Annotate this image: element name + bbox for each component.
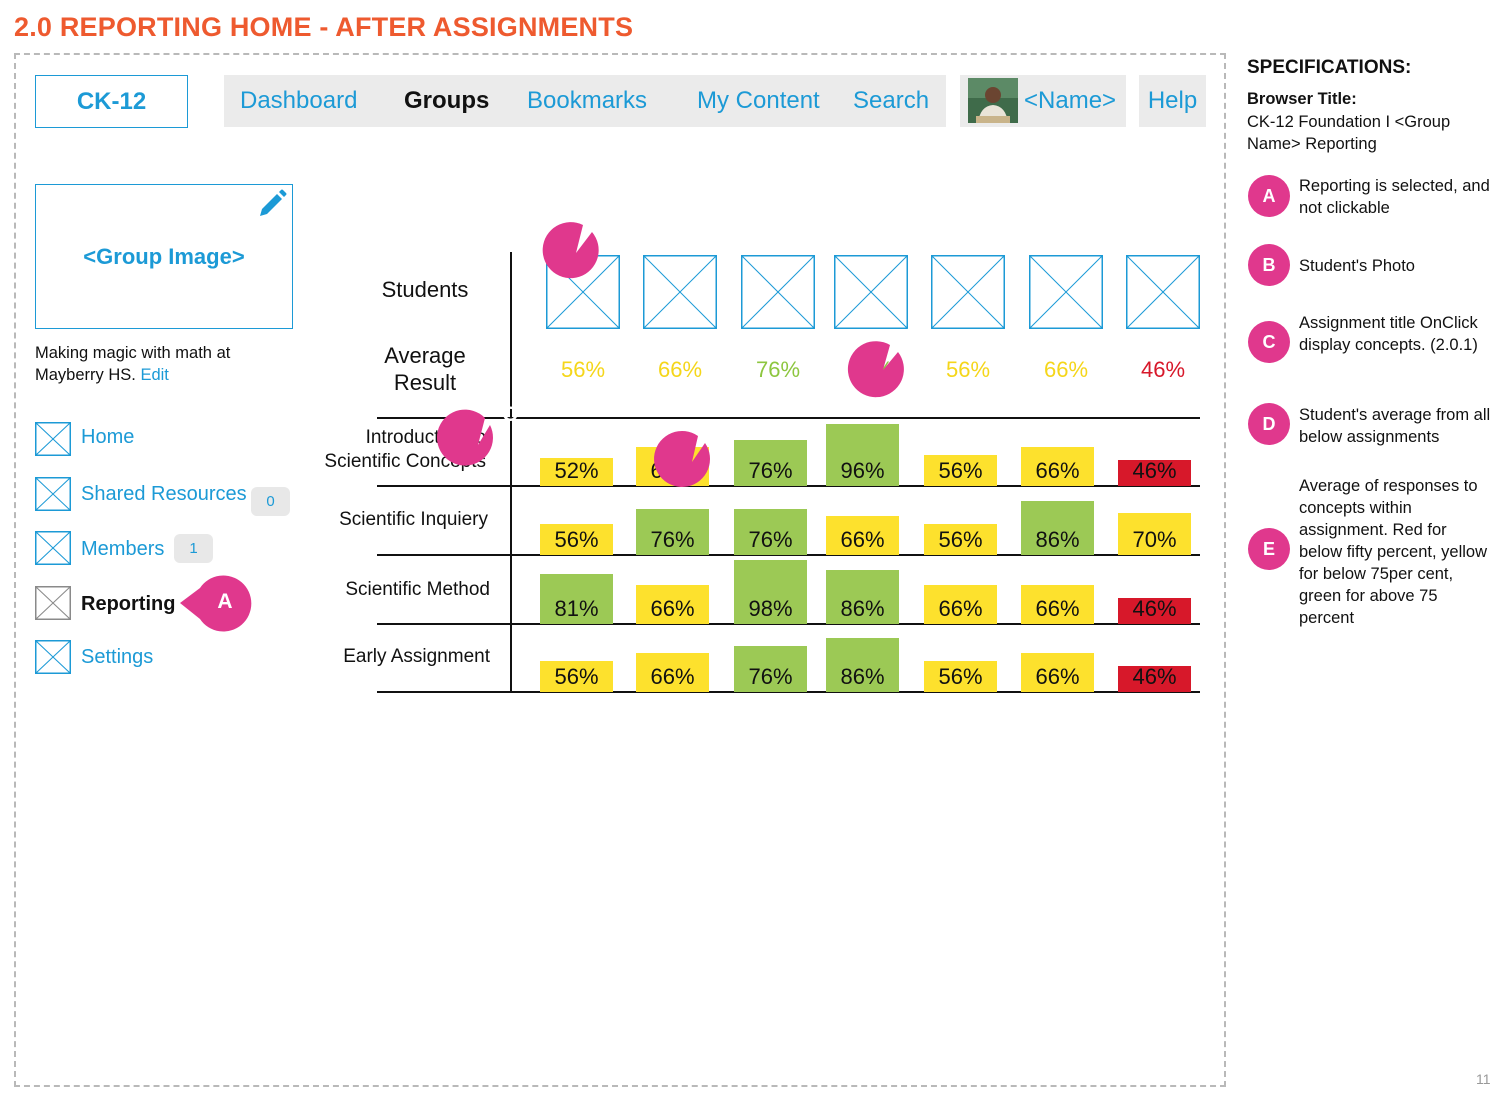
score-value: 76% — [748, 458, 793, 483]
assignment-title-line1[interactable]: Introduction to — [300, 426, 486, 450]
student-photo[interactable] — [1028, 254, 1104, 330]
score-value: 66% — [650, 458, 695, 483]
spec-marker-b: B — [1248, 244, 1290, 286]
specifications-title: SPECIFICATIONS: — [1247, 57, 1412, 78]
score-value: 56% — [938, 458, 983, 483]
score-value: 86% — [1035, 527, 1080, 552]
score-value: 66% — [650, 596, 695, 621]
score-value: 66% — [840, 527, 885, 552]
spec-marker-c: C — [1248, 321, 1290, 363]
score-value: 56% — [938, 527, 983, 552]
score-value: 86% — [840, 664, 885, 689]
score-value: 66% — [650, 664, 695, 689]
student-photo[interactable] — [1125, 254, 1201, 330]
score-value: 66% — [1035, 458, 1080, 483]
student-average: 66% — [1043, 357, 1089, 382]
student-photo[interactable] — [642, 254, 718, 330]
assignment-title-intro[interactable]: Introduction to Scientific Concepts — [300, 426, 500, 474]
score-value: 76% — [748, 527, 793, 552]
assignment-title-early[interactable]: Early Assignment — [300, 645, 500, 669]
student-average: 76% — [755, 357, 801, 382]
spec-text-e: Average of responses to concepts within … — [1299, 477, 1488, 627]
student-average: 56% — [560, 357, 606, 382]
score-value: 70% — [1132, 527, 1177, 552]
spec-marker-a: A — [1248, 175, 1290, 217]
spec-text-b: Student's Photo — [1299, 257, 1415, 275]
spec-marker-e: E — [1248, 528, 1290, 570]
student-photo[interactable] — [740, 254, 816, 330]
callout-c-letter: C — [502, 403, 518, 426]
score-value: 56% — [938, 664, 983, 689]
score-value: 66% — [1035, 596, 1080, 621]
score-value: 46% — [1132, 458, 1177, 483]
student-photo[interactable] — [930, 254, 1006, 330]
student-average: 56% — [945, 357, 991, 382]
score-value: 46% — [1132, 664, 1177, 689]
score-value: 98% — [748, 596, 793, 621]
assignment-title-line2[interactable]: Scientific Concepts — [300, 450, 486, 474]
callout-b-letter: B — [602, 207, 618, 230]
score-value: 76% — [650, 527, 695, 552]
browser-title-value: CK-12 Foundation I <Group Name> Reportin… — [1247, 113, 1451, 153]
callout-a-letter: A — [217, 590, 233, 613]
assignment-title-inquiry[interactable]: Scientific Inquiery — [300, 508, 500, 532]
spec-text-d: Student's average from all below assignm… — [1299, 406, 1491, 446]
score-value: 86% — [840, 596, 885, 621]
score-value: 66% — [938, 596, 983, 621]
score-value: 66% — [1035, 664, 1080, 689]
score-value: 96% — [840, 458, 885, 483]
browser-title-label: Browser Title: — [1247, 90, 1357, 108]
page-number: 11 — [1476, 1071, 1491, 1087]
spec-text-c: Assignment title OnClick display concept… — [1299, 314, 1478, 354]
callout-d-letter: D — [906, 325, 922, 348]
student-average: 86% — [848, 357, 894, 382]
score-value: 46% — [1132, 596, 1177, 621]
score-value: 76% — [748, 664, 793, 689]
assignment-title-method[interactable]: Scientific Method — [300, 578, 500, 602]
score-value: 52% — [554, 458, 599, 483]
student-photo[interactable] — [545, 254, 621, 330]
callout-e-letter: E — [717, 417, 732, 440]
score-value: 56% — [554, 527, 599, 552]
score-value: 56% — [554, 664, 599, 689]
student-average: 66% — [657, 357, 703, 382]
spec-marker-d: D — [1248, 403, 1290, 445]
score-value: 81% — [554, 596, 599, 621]
student-average: 46% — [1140, 357, 1186, 382]
spec-text-a: Reporting is selected, and not clickable — [1299, 177, 1490, 217]
student-photo[interactable] — [833, 254, 909, 330]
